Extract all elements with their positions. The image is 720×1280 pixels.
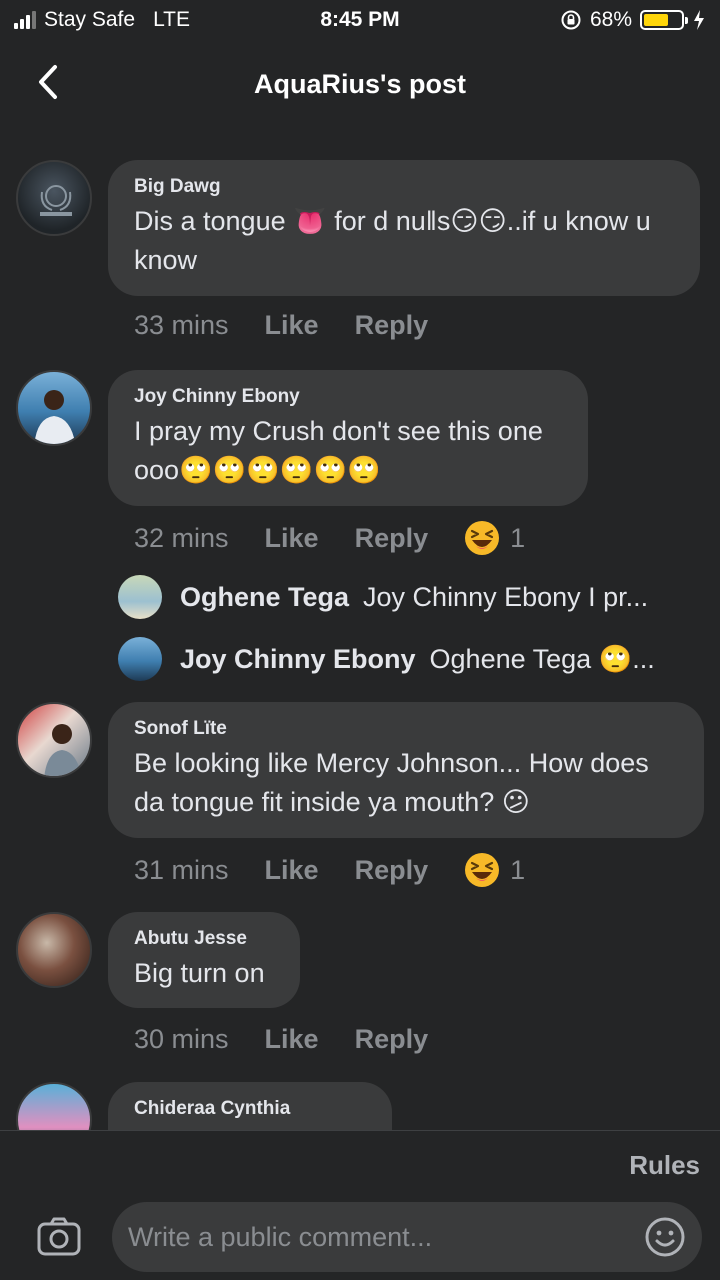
comment-meta: 31 mins Like Reply 1	[134, 852, 525, 888]
rules-link[interactable]: Rules	[629, 1150, 700, 1181]
like-button[interactable]: Like	[265, 523, 319, 554]
comment-time[interactable]: 30 mins	[134, 1024, 229, 1055]
status-bar: Stay Safe LTE 8:45 PM 68%	[0, 0, 720, 40]
haha-reaction-icon	[465, 521, 500, 555]
reply-button[interactable]: Reply	[355, 310, 429, 341]
like-button[interactable]: Like	[265, 1024, 319, 1055]
comment-author[interactable]: Sonof Lïte	[134, 718, 678, 740]
reply-author[interactable]: Oghene Tega	[180, 582, 349, 613]
comment-composer	[112, 1202, 702, 1272]
like-button[interactable]: Like	[265, 310, 319, 341]
avatar[interactable]	[16, 160, 92, 236]
comment-meta: 30 mins Like Reply	[134, 1024, 464, 1055]
avatar[interactable]	[16, 702, 92, 778]
comment-text: Dis a tongue 👅 for d nu‖s😏😏..if u know u…	[134, 206, 651, 275]
comment-bubble[interactable]: Sonof Lïte Be looking like Mercy Johnson…	[108, 702, 704, 838]
post-header: AquaRius's post	[0, 44, 720, 124]
reply-preview[interactable]: Oghene Tega Joy Chinny Ebony I pr...	[118, 574, 648, 620]
reply-button[interactable]: Reply	[355, 1024, 429, 1055]
avatar[interactable]	[16, 370, 92, 446]
page-title: AquaRius's post	[254, 68, 466, 99]
avatar	[118, 637, 162, 681]
camera-button[interactable]	[34, 1212, 84, 1262]
reaction-count: 1	[510, 522, 526, 553]
reply-author[interactable]: Joy Chinny Ebony	[180, 644, 416, 675]
battery-icon	[640, 10, 688, 30]
comment-author[interactable]: Joy Chinny Ebony	[134, 386, 562, 408]
comment-text: Be looking like Mercy Johnson... How doe…	[134, 748, 649, 817]
reaction-summary[interactable]: 1	[464, 520, 525, 556]
camera-icon	[37, 1217, 81, 1256]
reply-button[interactable]: Reply	[355, 855, 429, 886]
emoji-picker-icon[interactable]	[644, 1216, 686, 1258]
person-photo-icon	[44, 724, 82, 776]
carrier-name: Stay Safe	[44, 8, 136, 31]
comment-bubble[interactable]: Chideraa Cynthia	[108, 1082, 392, 1130]
comment-meta: 33 mins Like Reply	[134, 310, 464, 341]
comment-author[interactable]: Abutu Jesse	[134, 928, 274, 950]
comment-meta: 32 mins Like Reply 1	[134, 520, 525, 556]
person-photo-icon	[34, 390, 76, 444]
footer-divider	[0, 1130, 720, 1131]
haha-reaction-icon	[465, 853, 500, 887]
comment-time[interactable]: 33 mins	[134, 310, 229, 341]
comment-bubble[interactable]: Abutu Jesse Big turn on	[108, 912, 300, 1008]
reply-button[interactable]: Reply	[355, 523, 429, 554]
network-type: LTE	[153, 8, 191, 31]
comment-text: Big turn on	[134, 958, 265, 988]
reaction-summary[interactable]: 1	[464, 852, 525, 888]
battery-percent: 68%	[589, 8, 632, 31]
reply-text: Oghene Tega 🙄...	[429, 644, 655, 674]
avatar[interactable]	[16, 912, 92, 988]
reply-preview[interactable]: Joy Chinny Ebony Oghene Tega 🙄...	[118, 636, 655, 682]
comment-input[interactable]	[128, 1221, 644, 1253]
comments-feed[interactable]: Big Dawg Dis a tongue 👅 for d nu‖s😏😏..if…	[0, 124, 720, 1130]
comment-bubble[interactable]: Big Dawg Dis a tongue 👅 for d nu‖s😏😏..if…	[108, 160, 700, 296]
reaction-count: 1	[510, 854, 526, 885]
avatar	[118, 575, 162, 619]
like-button[interactable]: Like	[265, 855, 319, 886]
chevron-left-icon	[39, 65, 57, 99]
comment-time[interactable]: 32 mins	[134, 523, 229, 554]
rotation-lock-icon	[561, 10, 581, 30]
back-button[interactable]	[28, 62, 68, 102]
signal-icon	[14, 11, 36, 29]
comment-bubble[interactable]: Joy Chinny Ebony I pray my Crush don't s…	[108, 370, 588, 506]
comment-text: I pray my Crush don't see this one ooo🙄🙄…	[134, 416, 543, 485]
avatar[interactable]	[16, 1082, 92, 1130]
comment-author[interactable]: Chideraa Cynthia	[134, 1098, 366, 1120]
laurel-logo-icon	[40, 185, 72, 216]
reply-text: Joy Chinny Ebony I pr...	[363, 581, 649, 612]
comment-author[interactable]: Big Dawg	[134, 176, 674, 198]
comment-time[interactable]: 31 mins	[134, 855, 229, 886]
charging-bolt-icon	[694, 10, 704, 30]
